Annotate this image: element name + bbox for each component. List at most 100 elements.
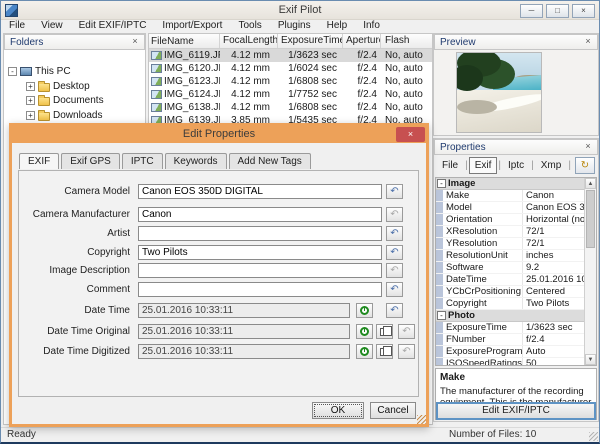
edit-exif-iptc-button[interactable]: Edit EXIF/IPTC	[436, 402, 596, 420]
property-row[interactable]: ISOSpeedRatings 50	[436, 358, 596, 365]
undo-icon[interactable]: ↶	[386, 226, 403, 241]
expander-icon[interactable]: +	[26, 110, 35, 120]
column-header-flash[interactable]: Flash	[381, 34, 432, 48]
scrollbar[interactable]: ▲ ▼	[584, 178, 596, 365]
folders-close-icon[interactable]: ×	[130, 36, 140, 46]
cancel-button[interactable]: Cancel	[370, 402, 416, 419]
tab-iptc-edit[interactable]: IPTC	[121, 153, 163, 169]
property-row[interactable]: FNumber f/2.4	[436, 334, 596, 346]
property-row[interactable]: ExposureProgram Auto	[436, 346, 596, 358]
copy-icon[interactable]	[376, 324, 393, 339]
menu-view[interactable]: View	[33, 20, 71, 32]
column-header-exposuretime[interactable]: ExposureTime	[278, 34, 343, 48]
close-button[interactable]: ×	[572, 4, 595, 18]
properties-panel-title: Properties	[440, 142, 486, 153]
undo-icon[interactable]: ↶	[398, 344, 415, 359]
property-row[interactable]: ResolutionUnit inches	[436, 250, 596, 262]
collapse-icon[interactable]: -	[437, 179, 446, 188]
camera-model-input[interactable]	[138, 184, 382, 199]
field-label: Camera Manufacturer	[32, 209, 130, 220]
minimize-button[interactable]: ─	[520, 4, 543, 18]
property-row[interactable]: XResolution 72/1	[436, 226, 596, 238]
column-header-aperture[interactable]: Aperture	[343, 34, 381, 48]
tree-item-documents[interactable]: + Documents	[4, 93, 104, 107]
focal-length: 4.12 mm	[231, 89, 270, 100]
tab-file[interactable]: File	[436, 157, 464, 174]
expander-icon[interactable]: -	[8, 66, 17, 76]
undo-icon[interactable]: ↶	[386, 303, 403, 318]
property-row[interactable]: Make Canon	[436, 190, 596, 202]
undo-icon[interactable]: ↶	[386, 263, 403, 278]
tab-xmp[interactable]: Xmp	[535, 157, 568, 174]
dialog-tabs: EXIF Exif GPS IPTC Keywords Add New Tags	[19, 153, 313, 169]
property-row[interactable]: YResolution 72/1	[436, 238, 596, 250]
tab-exif[interactable]: Exif	[468, 157, 498, 174]
property-row[interactable]: ExposureTime 1/3623 sec	[436, 322, 596, 334]
properties-close-icon[interactable]: ×	[583, 141, 593, 151]
resize-grip[interactable]	[589, 432, 598, 441]
camera-manufacturer-input[interactable]	[138, 207, 382, 222]
file-name: IMG_6138.JPG	[164, 102, 220, 113]
property-row[interactable]: OrientationHorizontal (normal)	[436, 214, 596, 226]
menu-info[interactable]: Info	[355, 20, 388, 32]
column-header-filename[interactable]: FileName	[149, 34, 220, 48]
comment-input[interactable]	[138, 282, 382, 297]
expander-icon[interactable]: +	[26, 81, 35, 91]
collapse-icon[interactable]: -	[437, 311, 446, 320]
property-row[interactable]: YCbCrPositioning Centered	[436, 286, 596, 298]
undo-icon[interactable]: ↶	[386, 207, 403, 222]
undo-icon[interactable]: ↶	[398, 324, 415, 339]
tab-keywords[interactable]: Keywords	[164, 153, 227, 169]
tab-exif-edit[interactable]: EXIF	[19, 153, 60, 169]
clock-icon[interactable]	[356, 324, 373, 339]
tree-label: Documents	[53, 94, 104, 106]
column-header-focallength[interactable]: FocalLength	[220, 34, 278, 48]
maximize-button[interactable]: □	[546, 4, 569, 18]
menu-edit-exif-iptc[interactable]: Edit EXIF/IPTC	[71, 20, 155, 32]
scroll-down-icon[interactable]: ▼	[585, 354, 596, 365]
tab-iptc[interactable]: Iptc	[502, 157, 530, 174]
tab-add-new-tags[interactable]: Add New Tags	[228, 153, 311, 169]
scroll-up-icon[interactable]: ▲	[585, 178, 596, 189]
date-time-input[interactable]	[138, 303, 350, 318]
tree-item-this-pc[interactable]: - This PC	[4, 64, 71, 78]
property-row[interactable]: DateTime 25.01.2016 10:3...	[436, 274, 596, 286]
expander-icon[interactable]: +	[26, 95, 35, 105]
copy-icon[interactable]	[376, 344, 393, 359]
menu-plugins[interactable]: Plugins	[270, 20, 319, 32]
menu-import-export[interactable]: Import/Export	[154, 20, 230, 32]
file-row[interactable]: IMG_6120.JPG 4.12 mm 1/6024 sec f/2.4 No…	[149, 62, 432, 75]
property-row[interactable]: Model Canon EOS 350...	[436, 202, 596, 214]
property-group[interactable]: - Photo	[436, 310, 596, 322]
menu-file[interactable]: File	[1, 20, 33, 32]
exposure-time: 1/3623 sec	[288, 50, 337, 61]
tree-item-desktop[interactable]: + Desktop	[4, 79, 90, 93]
image-description-input[interactable]	[138, 263, 382, 278]
artist-input[interactable]	[138, 226, 382, 241]
preview-close-icon[interactable]: ×	[583, 36, 593, 46]
property-row[interactable]: Software 9.2	[436, 262, 596, 274]
ok-button[interactable]: OK	[312, 402, 364, 419]
file-row[interactable]: IMG_6138.JPG 4.12 mm 1/6808 sec f/2.4 No…	[149, 101, 432, 114]
scroll-thumb[interactable]	[586, 190, 595, 248]
menu-tools[interactable]: Tools	[230, 20, 269, 32]
date-time-original-input[interactable]	[138, 324, 350, 339]
tab-exif-gps[interactable]: Exif GPS	[61, 153, 120, 169]
property-group[interactable]: - Image	[436, 178, 596, 190]
undo-icon[interactable]: ↶	[386, 184, 403, 199]
file-row[interactable]: IMG_6124.JPG 4.12 mm 1/7752 sec f/2.4 No…	[149, 88, 432, 101]
clock-icon[interactable]	[356, 344, 373, 359]
property-row[interactable]: Copyright Two Pilots	[436, 298, 596, 310]
menu-help[interactable]: Help	[319, 20, 356, 32]
date-time-digitized-input[interactable]	[138, 344, 350, 359]
copyright-input[interactable]	[138, 245, 382, 260]
clock-icon[interactable]	[356, 303, 373, 318]
dialog-resize-grip[interactable]	[417, 415, 426, 424]
undo-icon[interactable]: ↶	[386, 245, 403, 260]
tree-item-downloads[interactable]: + Downloads	[4, 108, 102, 122]
file-row[interactable]: IMG_6123.JPG 4.12 mm 1/6808 sec f/2.4 No…	[149, 75, 432, 88]
refresh-icon[interactable]: ↻	[575, 157, 595, 174]
file-row[interactable]: IMG_6119.JPG 4.12 mm 1/3623 sec f/2.4 No…	[149, 49, 432, 62]
dialog-close-icon[interactable]: ×	[396, 127, 425, 142]
undo-icon[interactable]: ↶	[386, 282, 403, 297]
